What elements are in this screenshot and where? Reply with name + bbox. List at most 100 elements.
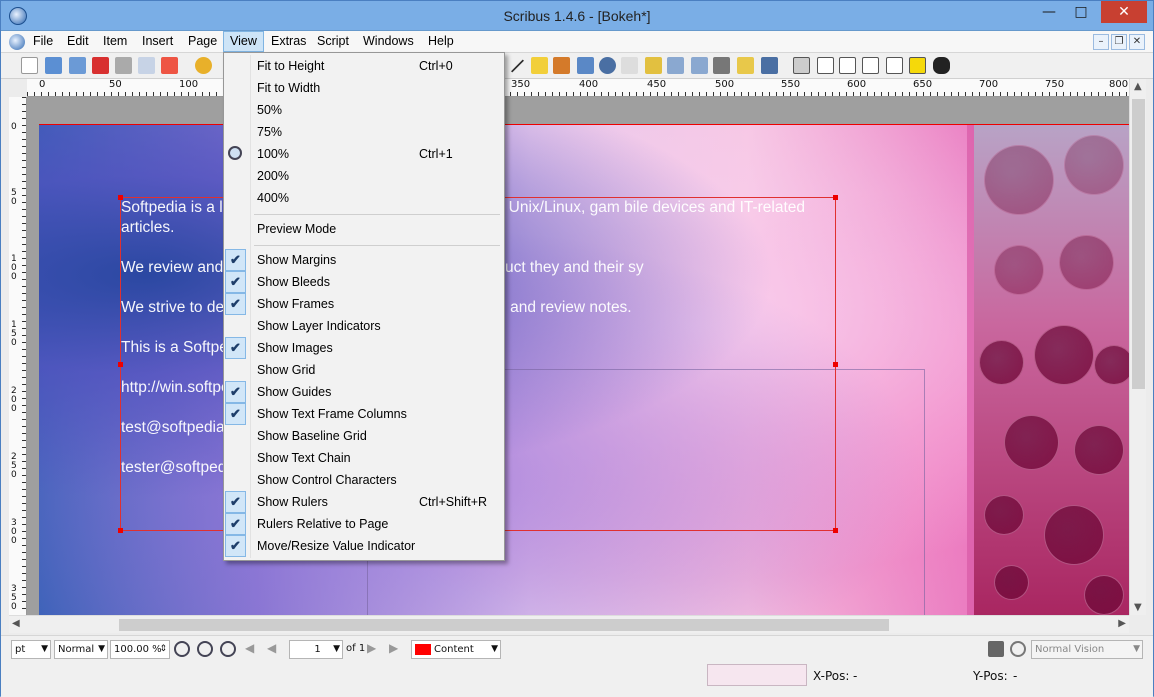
menu-zoom-75[interactable]: 75% [224, 121, 504, 143]
edit-text-icon[interactable] [621, 57, 638, 74]
vertical-ruler[interactable]: 0 50 100 150 200 250 300 350 [9, 97, 27, 615]
pdf-checkbox-icon[interactable] [839, 57, 856, 74]
menu-insert[interactable]: Insert [142, 34, 173, 48]
zoom-100-icon[interactable] [197, 641, 213, 657]
mode-select[interactable]: Normal ▼ [54, 640, 108, 659]
scroll-up-icon[interactable]: ▲ [1134, 81, 1142, 92]
mdi-minimize-icon[interactable]: – [1093, 34, 1109, 50]
last-page-icon[interactable]: ▶ [389, 641, 405, 657]
rotate-icon[interactable] [577, 57, 594, 74]
unlink-frames-icon[interactable] [691, 57, 708, 74]
menu-file[interactable]: File [33, 34, 53, 48]
preview-mode-icon[interactable] [988, 641, 1004, 657]
checkmark-icon: ✔ [225, 491, 246, 513]
menu-view[interactable]: View [223, 31, 264, 52]
menu-show-images[interactable]: ✔ Show Images [224, 337, 504, 359]
menu-extras[interactable]: Extras [271, 34, 306, 48]
menu-show-text-frame-columns[interactable]: ✔ Show Text Frame Columns [224, 403, 504, 425]
layer-select[interactable]: Content ▼ [411, 640, 501, 659]
menu-edit[interactable]: Edit [67, 34, 89, 48]
close-document-icon[interactable] [92, 57, 109, 74]
zoom-tool-icon[interactable] [599, 57, 616, 74]
menu-show-grid[interactable]: Show Grid [224, 359, 504, 381]
menu-show-text-chain[interactable]: Show Text Chain [224, 447, 504, 469]
menu-fit-to-width[interactable]: Fit to Width [224, 77, 504, 99]
pdf-combobox-icon[interactable] [862, 57, 879, 74]
scroll-thumb[interactable] [1132, 99, 1145, 389]
close-icon[interactable]: ✕ [1101, 1, 1147, 23]
menu-help[interactable]: Help [428, 34, 454, 48]
menu-show-layer-indicators[interactable]: Show Layer Indicators [224, 315, 504, 337]
preflight-icon[interactable] [138, 57, 155, 74]
menu-preview-mode[interactable]: Preview Mode [224, 218, 504, 240]
menu-item-label: Show Control Characters [257, 473, 397, 487]
menu-item[interactable]: Item [103, 34, 127, 48]
menu-zoom-400[interactable]: 400% [224, 187, 504, 209]
mdi-close-icon[interactable]: ✕ [1129, 34, 1145, 50]
menu-show-control-characters[interactable]: Show Control Characters [224, 469, 504, 491]
horizontal-scrollbar[interactable]: ◀ ▶ [9, 615, 1129, 633]
bezier-icon[interactable] [531, 57, 548, 74]
menu-show-margins[interactable]: ✔ Show Margins [224, 249, 504, 271]
freehand-icon[interactable] [553, 57, 570, 74]
measure-icon[interactable] [713, 57, 730, 74]
scroll-right-icon[interactable]: ▶ [1118, 618, 1126, 629]
menu-show-baseline-grid[interactable]: Show Baseline Grid [224, 425, 504, 447]
story-editor-icon[interactable] [645, 57, 662, 74]
menu-zoom-100[interactable]: 100% Ctrl+1 [224, 143, 504, 165]
eye-icon[interactable] [1010, 641, 1026, 657]
first-page-icon[interactable]: ◀ [245, 641, 261, 657]
undo-icon[interactable] [195, 57, 212, 74]
bokeh-image [974, 125, 1129, 615]
link-frames-icon[interactable] [667, 57, 684, 74]
scroll-thumb[interactable] [119, 619, 889, 631]
document-icon[interactable] [9, 34, 25, 50]
scroll-left-icon[interactable]: ◀ [12, 618, 20, 629]
pdf-link-icon[interactable] [933, 57, 950, 74]
eyedropper-icon[interactable] [761, 57, 778, 74]
zoom-input[interactable]: 100.00 % ⇕ [110, 640, 170, 659]
menu-page[interactable]: Page [188, 34, 217, 48]
zoom-out-icon[interactable] [174, 641, 190, 657]
unit-select[interactable]: pt ▼ [11, 640, 51, 659]
pdf-textfield-icon[interactable] [817, 57, 834, 74]
ruler-label: 350 [11, 584, 17, 612]
menu-fit-to-height[interactable]: Fit to Height Ctrl+0 [224, 55, 504, 77]
scroll-down-icon[interactable]: ▼ [1134, 602, 1142, 613]
open-icon[interactable] [45, 57, 62, 74]
mdi-restore-icon[interactable]: ❐ [1111, 34, 1127, 50]
maximize-icon[interactable]: □ [1067, 1, 1095, 23]
pdf-listbox-icon[interactable] [886, 57, 903, 74]
menu-rulers-relative-to-page[interactable]: ✔ Rulers Relative to Page [224, 513, 504, 535]
pdf-export-icon[interactable] [161, 57, 178, 74]
page-select[interactable]: 1 ▼ [289, 640, 343, 659]
new-document-icon[interactable] [21, 57, 38, 74]
zoom-in-icon[interactable] [220, 641, 236, 657]
document-canvas[interactable]: Softpedia is a lib ry software programs … [27, 97, 1129, 615]
menu-zoom-200[interactable]: 200% [224, 165, 504, 187]
horizontal-ruler[interactable]: 0 50 100 350 400 450 500 550 600 650 700… [27, 79, 1129, 97]
vertical-scrollbar[interactable]: ▲ ▼ [1129, 79, 1146, 615]
vision-select[interactable]: Normal Vision ▼ [1031, 640, 1143, 659]
menu-move-resize-indicator[interactable]: ✔ Move/Resize Value Indicator [224, 535, 504, 557]
prev-page-icon[interactable]: ◀ [267, 641, 283, 657]
next-page-icon[interactable]: ▶ [367, 641, 383, 657]
save-icon[interactable] [69, 57, 86, 74]
menu-windows[interactable]: Windows [363, 34, 414, 48]
menu-zoom-50[interactable]: 50% [224, 99, 504, 121]
print-icon[interactable] [115, 57, 132, 74]
menu-item-label: 200% [257, 169, 289, 183]
line-tool-icon[interactable] [510, 59, 525, 73]
resize-handle[interactable] [118, 528, 123, 533]
pdf-annotation-icon[interactable] [909, 57, 926, 74]
menu-show-frames[interactable]: ✔ Show Frames [224, 293, 504, 315]
resize-handle[interactable] [833, 528, 838, 533]
menu-script[interactable]: Script [317, 34, 349, 48]
copy-properties-icon[interactable] [737, 57, 754, 74]
menu-show-bleeds[interactable]: ✔ Show Bleeds [224, 271, 504, 293]
menu-show-rulers[interactable]: ✔ Show Rulers Ctrl+Shift+R [224, 491, 504, 513]
minimize-icon[interactable]: — [1035, 1, 1063, 23]
menu-show-guides[interactable]: ✔ Show Guides [224, 381, 504, 403]
document-page[interactable]: Softpedia is a lib ry software programs … [39, 124, 1129, 615]
pdf-button-icon[interactable] [793, 57, 810, 74]
